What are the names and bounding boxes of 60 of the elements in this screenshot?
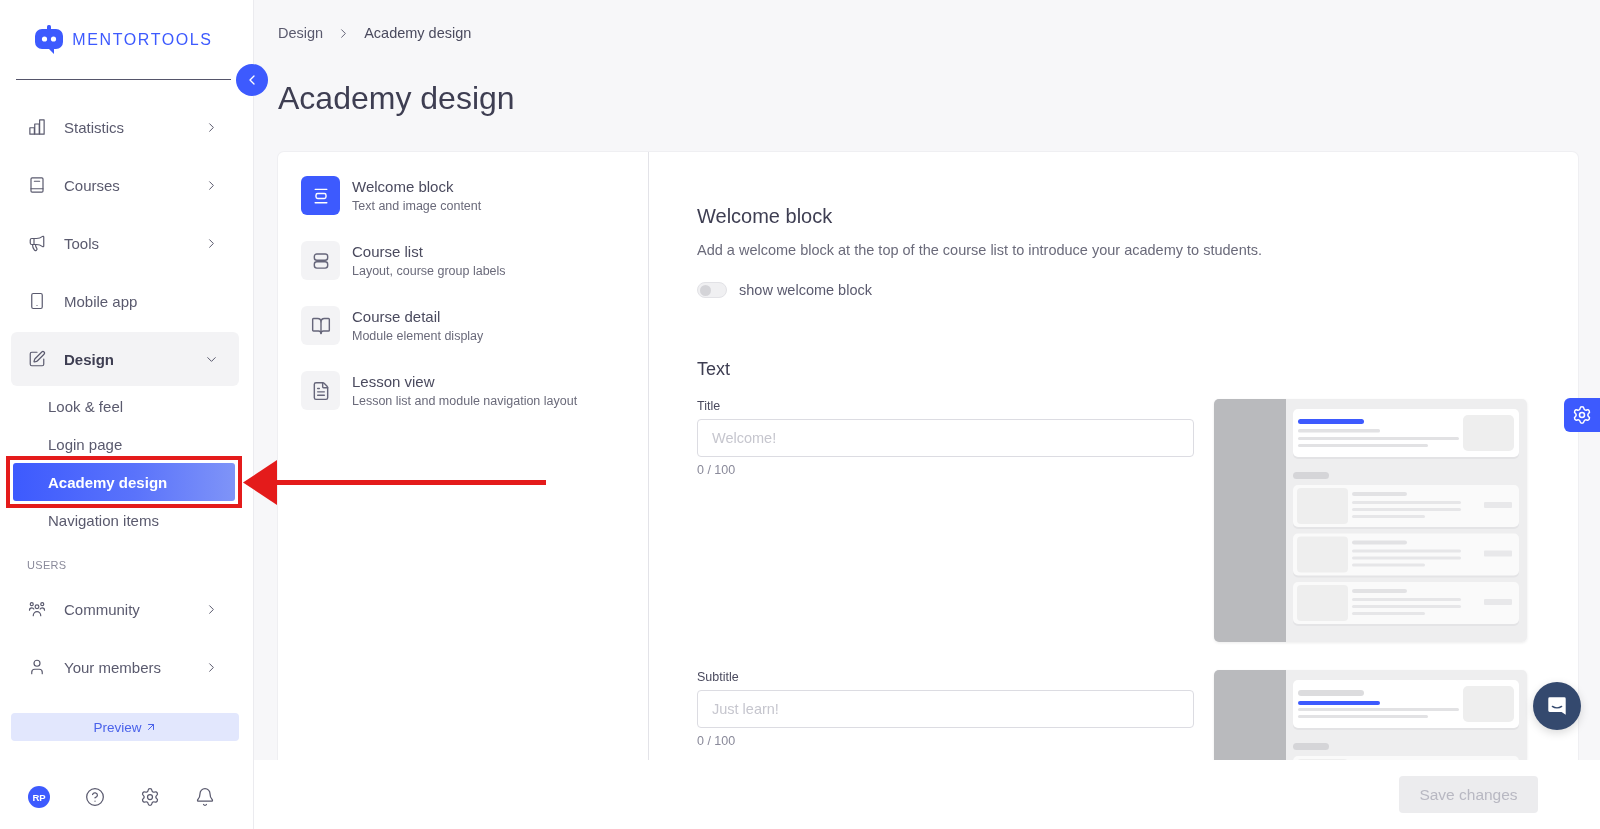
settings-icon <box>1572 405 1592 425</box>
book-icon <box>28 176 46 194</box>
settings-menu-item[interactable]: Course detail Module element display <box>301 306 648 345</box>
sidebar-nav-item[interactable]: Mobile app <box>11 274 239 328</box>
settings-menu-item[interactable]: Course list Layout, course group labels <box>301 241 648 280</box>
menu-item-title: Welcome block <box>352 178 455 195</box>
breadcrumb-current: Academy design <box>364 25 472 41</box>
character-counter: 0 / 100 <box>697 463 737 477</box>
settings-menu-item[interactable]: Welcome block Text and image content <box>301 176 648 215</box>
logo-text: MENTORTOOLS <box>72 30 213 49</box>
help-icon[interactable] <box>85 787 105 807</box>
sidebar-nav-item[interactable]: Courses <box>11 158 239 212</box>
sidebar-sub-item[interactable]: Academy design <box>13 463 235 501</box>
toggle-label: show welcome block <box>739 282 872 298</box>
open-book-icon <box>301 306 340 345</box>
settings-button[interactable] <box>1564 398 1600 432</box>
sidebar-nav-item[interactable]: Tools <box>11 216 239 270</box>
sidebar-sub-item[interactable]: Navigation items <box>13 501 235 539</box>
group-title: Text <box>697 358 731 380</box>
document-icon <box>301 371 340 410</box>
menu-item-subtitle: Layout, course group labels <box>352 264 506 278</box>
text-input[interactable]: Just learn! <box>697 690 1194 728</box>
people-group-icon <box>28 600 46 618</box>
settings-icon[interactable] <box>140 787 160 807</box>
menu-item-subtitle: Lesson list and module navigation layout <box>352 394 578 408</box>
chat-bubble-icon <box>1546 695 1568 717</box>
preview-button[interactable]: Preview <box>11 713 239 741</box>
robot-logo-icon <box>34 24 65 55</box>
user-avatar[interactable]: RP <box>28 786 50 808</box>
character-counter: 0 / 100 <box>697 734 737 748</box>
layout-block-icon <box>301 176 340 215</box>
sidebar-sub-item[interactable]: Look & feel <box>13 387 235 425</box>
notifications-bell-icon[interactable] <box>195 787 215 807</box>
menu-item-subtitle: Module element display <box>352 329 484 343</box>
stacked-rows-icon <box>301 241 340 280</box>
menu-item-subtitle: Text and image content <box>352 199 482 213</box>
sidebar-sub-item[interactable]: Login page <box>13 425 235 463</box>
section-heading: USERS <box>27 559 68 572</box>
megaphone-icon <box>28 234 46 252</box>
breadcrumb-link[interactable]: Design <box>278 25 324 41</box>
collapse-sidebar-button[interactable] <box>236 64 268 96</box>
menu-item-title: Course detail <box>352 308 442 325</box>
field-label: Title <box>697 399 722 414</box>
settings-menu-item[interactable]: Lesson view Lesson list and module navigation layout <box>301 371 648 410</box>
edit-icon <box>28 350 46 368</box>
toggle-switch[interactable] <box>697 282 727 298</box>
section-description: Add a welcome block at the top of the course list to introduce your academy to students. <box>697 241 1263 259</box>
text-input[interactable]: Welcome! <box>697 419 1194 457</box>
menu-item-title: Lesson view <box>352 373 436 390</box>
sidebar-nav-item[interactable]: Your members <box>11 640 239 694</box>
sidebar-nav-item[interactable]: Statistics <box>11 100 239 154</box>
sidebar-nav-item[interactable]: Community <box>11 582 239 636</box>
sidebar-nav-item[interactable]: Design <box>11 332 239 386</box>
page-title: Academy design <box>278 79 516 117</box>
field-label: Subtitle <box>697 670 740 685</box>
smartphone-icon <box>28 292 46 310</box>
person-icon <box>28 658 46 676</box>
bar-chart-icon <box>28 118 46 136</box>
menu-item-title: Course list <box>352 243 424 260</box>
section-title: Welcome block <box>697 204 834 228</box>
